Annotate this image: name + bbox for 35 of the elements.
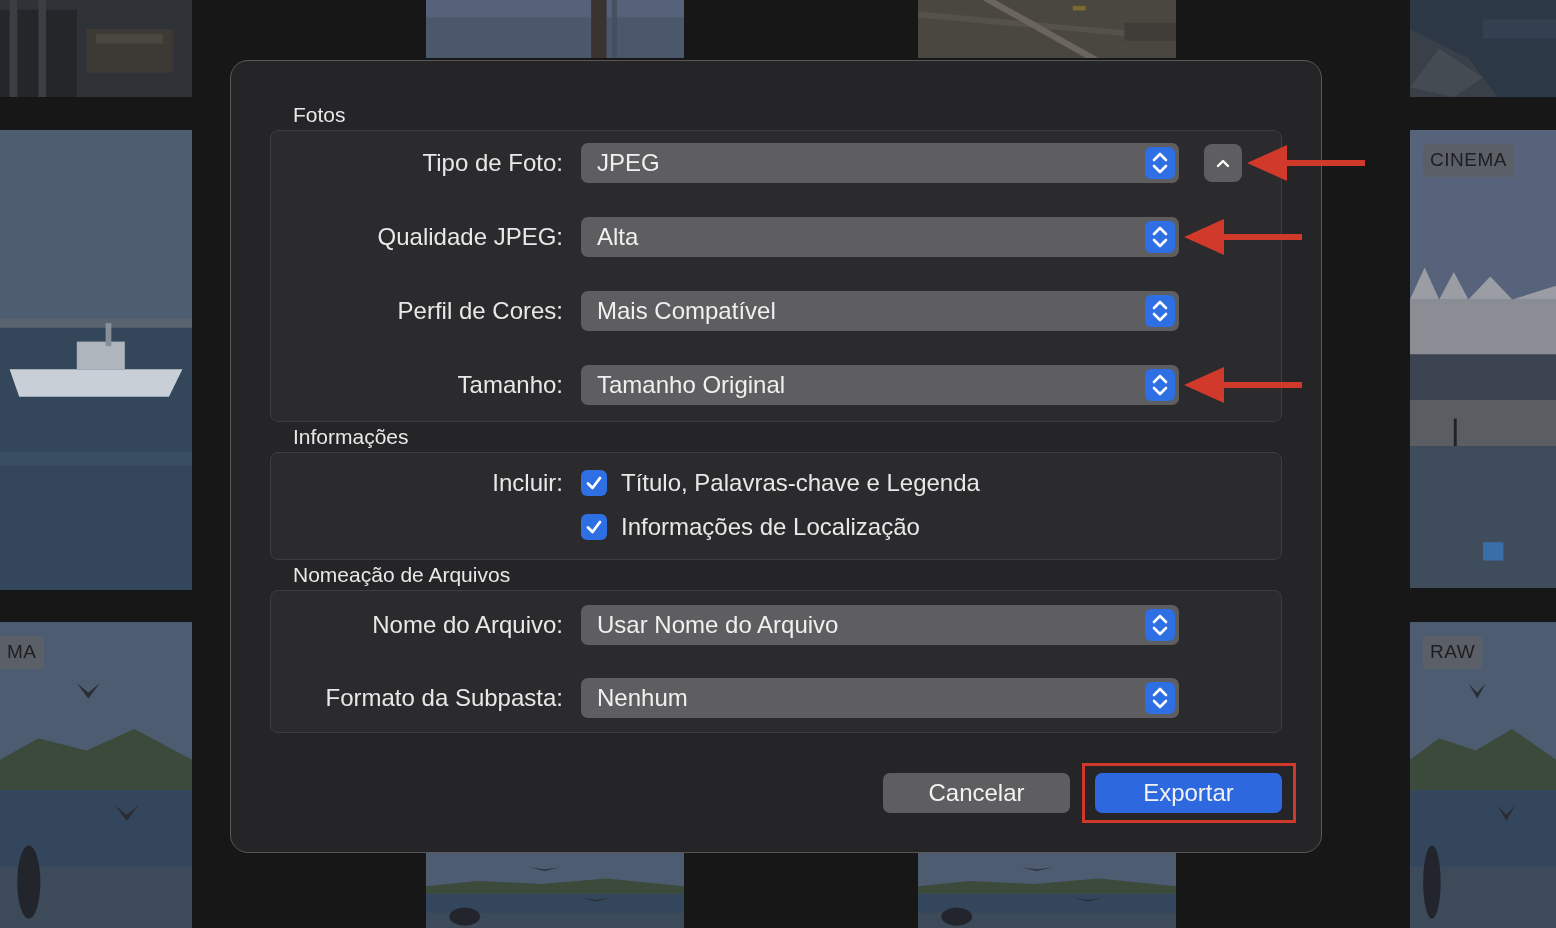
checkbox[interactable] — [581, 514, 607, 540]
up-down-icon — [1145, 147, 1175, 179]
up-down-icon — [1145, 682, 1175, 714]
up-down-icon — [1145, 295, 1175, 327]
dropdown[interactable]: Alta — [581, 217, 1179, 257]
up-down-icon — [1145, 221, 1175, 253]
cancel-button[interactable]: Cancelar — [883, 773, 1070, 813]
section-title: Fotos — [293, 103, 346, 126]
checkmark-icon — [585, 519, 603, 535]
section-title: Nomeação de Arquivos — [293, 563, 511, 586]
field-label: Formato da Subpasta: — [325, 684, 563, 711]
dropdown[interactable]: Tamanho Original — [581, 365, 1179, 405]
dropdown[interactable]: Usar Nome do Arquivo — [581, 605, 1179, 645]
field-label: Tamanho: — [457, 371, 563, 398]
field-label: Nome do Arquivo: — [372, 611, 563, 638]
dropdown[interactable]: Nenhum — [581, 678, 1179, 718]
collapse-button[interactable] — [1204, 144, 1242, 182]
photo-badge: RAW — [1423, 636, 1483, 669]
photo-badge: CINEMA — [1423, 144, 1514, 177]
photo-badge: MA — [0, 636, 44, 669]
checkbox[interactable] — [581, 470, 607, 496]
checkbox-label: Informações de Localização — [621, 512, 920, 542]
section-title: Informações — [293, 425, 409, 448]
chevron-up-icon — [1216, 158, 1230, 168]
field-label: Perfil de Cores: — [397, 297, 563, 324]
dropdown[interactable]: Mais Compatível — [581, 291, 1179, 331]
up-down-icon — [1145, 609, 1175, 641]
checkbox-label: Título, Palavras-chave e Legenda — [621, 468, 980, 498]
dropdown[interactable]: JPEG — [581, 143, 1179, 183]
field-label: Qualidade JPEG: — [377, 223, 563, 250]
field-label: Incluir: — [492, 469, 563, 496]
checkmark-icon — [585, 475, 603, 491]
export-button[interactable]: Exportar — [1095, 773, 1282, 813]
up-down-icon — [1145, 369, 1175, 401]
field-label: Tipo de Foto: — [422, 149, 563, 176]
